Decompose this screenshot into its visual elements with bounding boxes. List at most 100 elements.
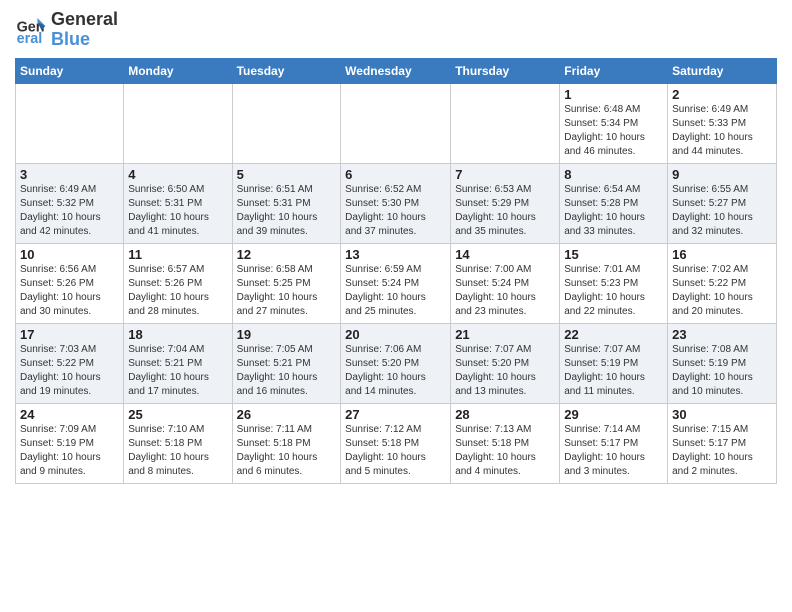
calendar-week-row: 3Sunrise: 6:49 AM Sunset: 5:32 PM Daylig… (16, 163, 777, 243)
day-info: Sunrise: 7:02 AM Sunset: 5:22 PM Dayligh… (672, 263, 772, 319)
calendar-cell: 24Sunrise: 7:09 AM Sunset: 5:19 PM Dayli… (16, 403, 124, 483)
calendar-cell: 1Sunrise: 6:48 AM Sunset: 5:34 PM Daylig… (560, 83, 668, 163)
day-info: Sunrise: 7:15 AM Sunset: 5:17 PM Dayligh… (672, 423, 772, 479)
calendar-cell: 3Sunrise: 6:49 AM Sunset: 5:32 PM Daylig… (16, 163, 124, 243)
calendar-cell: 4Sunrise: 6:50 AM Sunset: 5:31 PM Daylig… (124, 163, 232, 243)
day-number: 30 (672, 407, 772, 422)
day-info: Sunrise: 7:01 AM Sunset: 5:23 PM Dayligh… (564, 263, 663, 319)
calendar-week-row: 1Sunrise: 6:48 AM Sunset: 5:34 PM Daylig… (16, 83, 777, 163)
weekday-header-friday: Friday (560, 58, 668, 83)
day-info: Sunrise: 7:05 AM Sunset: 5:21 PM Dayligh… (237, 343, 337, 399)
calendar-cell: 15Sunrise: 7:01 AM Sunset: 5:23 PM Dayli… (560, 243, 668, 323)
header: Gen eral General Blue (15, 10, 777, 50)
day-info: Sunrise: 7:11 AM Sunset: 5:18 PM Dayligh… (237, 423, 337, 479)
day-number: 6 (345, 167, 446, 182)
calendar-cell (451, 83, 560, 163)
calendar-header-row: SundayMondayTuesdayWednesdayThursdayFrid… (16, 58, 777, 83)
day-info: Sunrise: 7:03 AM Sunset: 5:22 PM Dayligh… (20, 343, 119, 399)
calendar-cell: 21Sunrise: 7:07 AM Sunset: 5:20 PM Dayli… (451, 323, 560, 403)
day-info: Sunrise: 6:52 AM Sunset: 5:30 PM Dayligh… (345, 183, 446, 239)
weekday-header-saturday: Saturday (668, 58, 777, 83)
day-number: 14 (455, 247, 555, 262)
day-number: 12 (237, 247, 337, 262)
day-number: 10 (20, 247, 119, 262)
calendar-cell: 28Sunrise: 7:13 AM Sunset: 5:18 PM Dayli… (451, 403, 560, 483)
day-info: Sunrise: 7:07 AM Sunset: 5:19 PM Dayligh… (564, 343, 663, 399)
calendar-table: SundayMondayTuesdayWednesdayThursdayFrid… (15, 58, 777, 484)
day-number: 27 (345, 407, 446, 422)
calendar-cell: 29Sunrise: 7:14 AM Sunset: 5:17 PM Dayli… (560, 403, 668, 483)
calendar-cell: 27Sunrise: 7:12 AM Sunset: 5:18 PM Dayli… (341, 403, 451, 483)
calendar-cell: 20Sunrise: 7:06 AM Sunset: 5:20 PM Dayli… (341, 323, 451, 403)
calendar-cell (124, 83, 232, 163)
calendar-cell (16, 83, 124, 163)
page-container: Gen eral General Blue SundayMondayTuesda… (0, 0, 792, 489)
calendar-cell: 10Sunrise: 6:56 AM Sunset: 5:26 PM Dayli… (16, 243, 124, 323)
calendar-cell: 8Sunrise: 6:54 AM Sunset: 5:28 PM Daylig… (560, 163, 668, 243)
day-info: Sunrise: 6:51 AM Sunset: 5:31 PM Dayligh… (237, 183, 337, 239)
calendar-cell: 2Sunrise: 6:49 AM Sunset: 5:33 PM Daylig… (668, 83, 777, 163)
day-info: Sunrise: 6:55 AM Sunset: 5:27 PM Dayligh… (672, 183, 772, 239)
day-info: Sunrise: 6:50 AM Sunset: 5:31 PM Dayligh… (128, 183, 227, 239)
day-info: Sunrise: 6:49 AM Sunset: 5:33 PM Dayligh… (672, 103, 772, 159)
day-number: 28 (455, 407, 555, 422)
day-info: Sunrise: 7:00 AM Sunset: 5:24 PM Dayligh… (455, 263, 555, 319)
day-info: Sunrise: 6:48 AM Sunset: 5:34 PM Dayligh… (564, 103, 663, 159)
day-number: 18 (128, 327, 227, 342)
day-info: Sunrise: 7:13 AM Sunset: 5:18 PM Dayligh… (455, 423, 555, 479)
day-info: Sunrise: 6:59 AM Sunset: 5:24 PM Dayligh… (345, 263, 446, 319)
day-number: 23 (672, 327, 772, 342)
calendar-week-row: 10Sunrise: 6:56 AM Sunset: 5:26 PM Dayli… (16, 243, 777, 323)
calendar-cell: 22Sunrise: 7:07 AM Sunset: 5:19 PM Dayli… (560, 323, 668, 403)
day-info: Sunrise: 7:10 AM Sunset: 5:18 PM Dayligh… (128, 423, 227, 479)
day-info: Sunrise: 6:53 AM Sunset: 5:29 PM Dayligh… (455, 183, 555, 239)
day-number: 26 (237, 407, 337, 422)
calendar-cell (341, 83, 451, 163)
calendar-cell: 12Sunrise: 6:58 AM Sunset: 5:25 PM Dayli… (232, 243, 341, 323)
day-number: 7 (455, 167, 555, 182)
day-number: 4 (128, 167, 227, 182)
logo-text-general: General (51, 10, 118, 30)
calendar-cell: 19Sunrise: 7:05 AM Sunset: 5:21 PM Dayli… (232, 323, 341, 403)
calendar-cell: 7Sunrise: 6:53 AM Sunset: 5:29 PM Daylig… (451, 163, 560, 243)
day-number: 15 (564, 247, 663, 262)
day-number: 24 (20, 407, 119, 422)
logo-icon: Gen eral (15, 14, 47, 46)
day-number: 13 (345, 247, 446, 262)
day-number: 21 (455, 327, 555, 342)
day-number: 16 (672, 247, 772, 262)
calendar-cell: 6Sunrise: 6:52 AM Sunset: 5:30 PM Daylig… (341, 163, 451, 243)
weekday-header-monday: Monday (124, 58, 232, 83)
day-number: 9 (672, 167, 772, 182)
day-number: 22 (564, 327, 663, 342)
day-info: Sunrise: 7:12 AM Sunset: 5:18 PM Dayligh… (345, 423, 446, 479)
calendar-cell (232, 83, 341, 163)
day-info: Sunrise: 7:09 AM Sunset: 5:19 PM Dayligh… (20, 423, 119, 479)
day-number: 20 (345, 327, 446, 342)
day-number: 1 (564, 87, 663, 102)
day-number: 17 (20, 327, 119, 342)
weekday-header-thursday: Thursday (451, 58, 560, 83)
day-number: 19 (237, 327, 337, 342)
day-number: 25 (128, 407, 227, 422)
calendar-cell: 5Sunrise: 6:51 AM Sunset: 5:31 PM Daylig… (232, 163, 341, 243)
day-info: Sunrise: 7:14 AM Sunset: 5:17 PM Dayligh… (564, 423, 663, 479)
calendar-week-row: 24Sunrise: 7:09 AM Sunset: 5:19 PM Dayli… (16, 403, 777, 483)
calendar-cell: 11Sunrise: 6:57 AM Sunset: 5:26 PM Dayli… (124, 243, 232, 323)
day-info: Sunrise: 6:56 AM Sunset: 5:26 PM Dayligh… (20, 263, 119, 319)
weekday-header-tuesday: Tuesday (232, 58, 341, 83)
calendar-cell: 23Sunrise: 7:08 AM Sunset: 5:19 PM Dayli… (668, 323, 777, 403)
day-info: Sunrise: 6:58 AM Sunset: 5:25 PM Dayligh… (237, 263, 337, 319)
day-number: 8 (564, 167, 663, 182)
calendar-cell: 14Sunrise: 7:00 AM Sunset: 5:24 PM Dayli… (451, 243, 560, 323)
calendar-cell: 13Sunrise: 6:59 AM Sunset: 5:24 PM Dayli… (341, 243, 451, 323)
svg-text:eral: eral (17, 31, 43, 46)
calendar-cell: 17Sunrise: 7:03 AM Sunset: 5:22 PM Dayli… (16, 323, 124, 403)
calendar-week-row: 17Sunrise: 7:03 AM Sunset: 5:22 PM Dayli… (16, 323, 777, 403)
weekday-header-wednesday: Wednesday (341, 58, 451, 83)
day-number: 11 (128, 247, 227, 262)
day-number: 5 (237, 167, 337, 182)
day-info: Sunrise: 7:07 AM Sunset: 5:20 PM Dayligh… (455, 343, 555, 399)
day-number: 29 (564, 407, 663, 422)
day-number: 3 (20, 167, 119, 182)
